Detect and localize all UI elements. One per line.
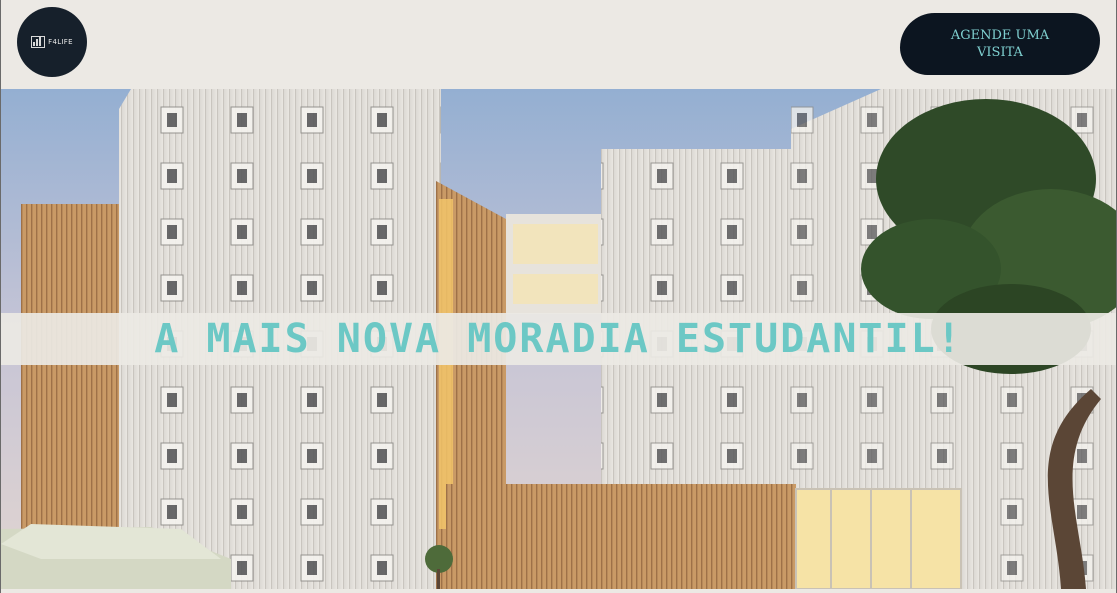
logo-wordmark: F4LIFE [48, 38, 73, 46]
brand-logo[interactable]: F4LIFE [17, 7, 87, 77]
site-header: F4LIFE AGENDE UMA VISITA [1, 0, 1116, 88]
headline-banner: A MAIS NOVA MORADIA ESTUDANTIL! [1, 313, 1116, 365]
headline-text: A MAIS NOVA MORADIA ESTUDANTIL! [154, 316, 963, 362]
page-bottom-strip [1, 589, 1116, 593]
hero-image: A MAIS NOVA MORADIA ESTUDANTIL! [1, 89, 1116, 589]
schedule-visit-button[interactable]: AGENDE UMA VISITA [900, 13, 1100, 75]
logo-text: F4LIFE [48, 38, 73, 46]
schedule-visit-label: AGENDE UMA VISITA [950, 28, 1050, 60]
bar-chart-icon [31, 36, 46, 48]
logo-inner: F4LIFE [31, 36, 73, 48]
page: F4LIFE AGENDE UMA VISITA A MAIS NOVA MOR… [0, 0, 1117, 593]
